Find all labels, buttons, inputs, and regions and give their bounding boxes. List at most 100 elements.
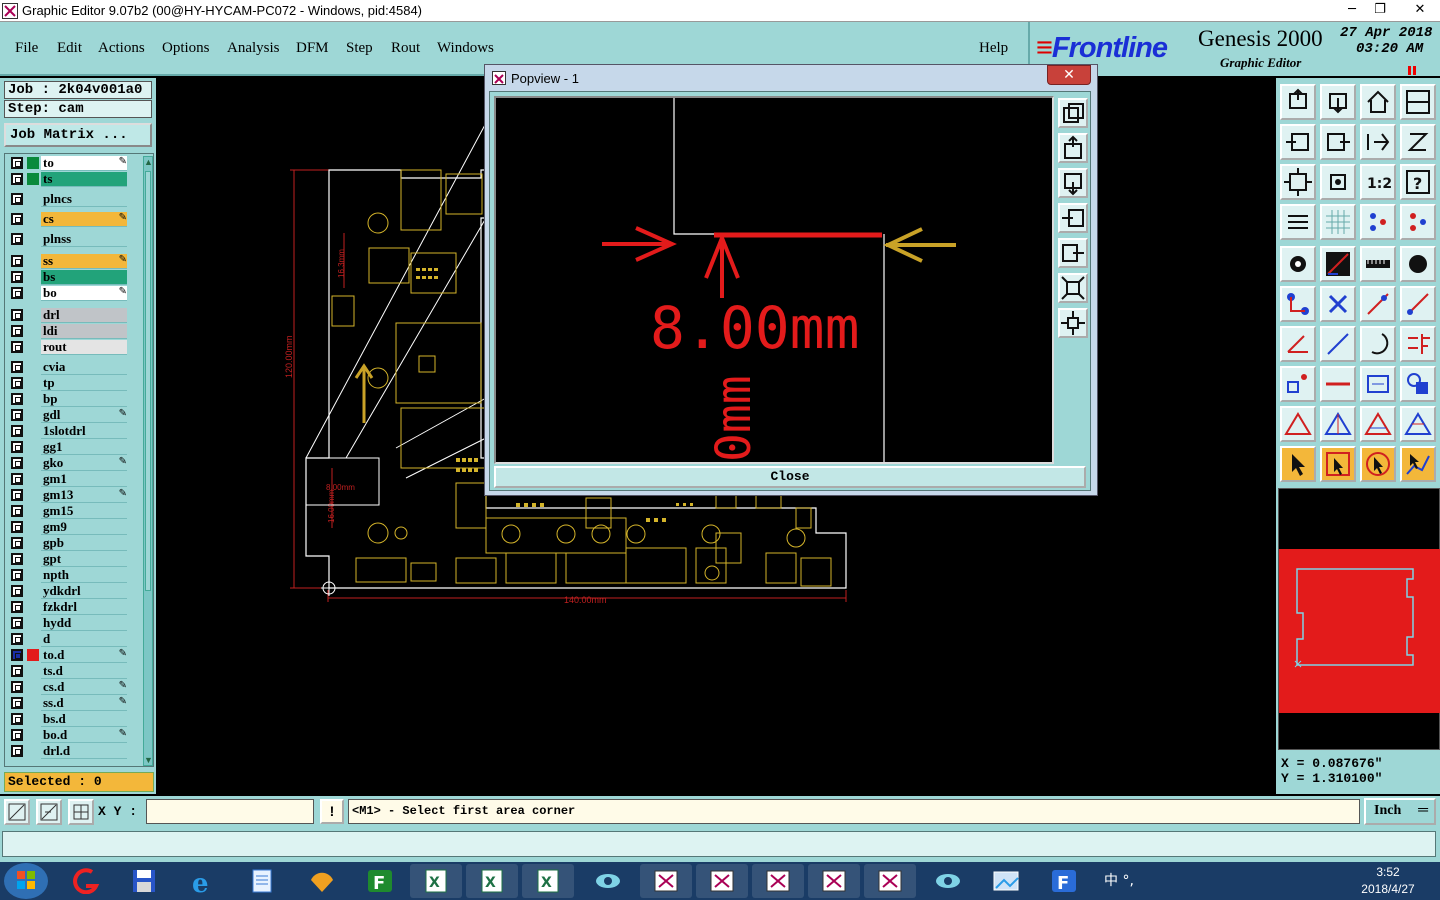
- help-icon[interactable]: ?: [1400, 164, 1436, 200]
- layer-name[interactable]: ts: [41, 172, 127, 187]
- layer-row-rout[interactable]: rout: [7, 340, 129, 355]
- layer-row-drl[interactable]: drl: [7, 308, 129, 323]
- shell-taskbar-icon[interactable]: [296, 864, 348, 898]
- layer-name[interactable]: fzkdrl: [41, 600, 127, 615]
- excel-taskbar-icon-2[interactable]: X: [466, 864, 518, 898]
- layer-row-d[interactable]: d: [7, 632, 129, 647]
- layer-checkbox[interactable]: [11, 287, 23, 299]
- layer-checkbox[interactable]: [11, 193, 23, 205]
- system-tray[interactable]: 中 °,: [1104, 870, 1134, 890]
- layer-color-swatch[interactable]: [27, 173, 39, 185]
- frontline-f-taskbar-icon[interactable]: F: [1038, 864, 1090, 898]
- alert-button[interactable]: !: [320, 799, 344, 824]
- layer-row-gko[interactable]: gko ✎: [7, 456, 129, 471]
- board-preview[interactable]: [1278, 488, 1440, 750]
- layer-row-ts-d[interactable]: ts.d: [7, 664, 129, 679]
- layer-name[interactable]: gko: [41, 456, 127, 471]
- layer-name[interactable]: bo.d: [41, 728, 127, 743]
- layer-row-to[interactable]: to ✎: [7, 156, 129, 171]
- layer-row-plnss[interactable]: plnss: [7, 232, 129, 247]
- layer-row-plncs[interactable]: plncs: [7, 192, 129, 207]
- popview-copy-icon[interactable]: [1058, 98, 1088, 128]
- layer-row-to-d[interactable]: to.d ✎: [7, 648, 129, 663]
- layer-row-cs[interactable]: cs ✎: [7, 212, 129, 227]
- layer-name[interactable]: to.d: [41, 648, 127, 663]
- menu-options[interactable]: Options: [162, 40, 210, 57]
- layer-checkbox[interactable]: [11, 173, 23, 185]
- layer-checkbox[interactable]: [11, 213, 23, 225]
- layer-row-bs[interactable]: bs: [7, 270, 129, 285]
- layer-row-tp[interactable]: tp: [7, 376, 129, 391]
- layer-checkbox[interactable]: [11, 409, 23, 421]
- horizontal-line-icon[interactable]: [1320, 366, 1356, 402]
- layer-checkbox[interactable]: [11, 617, 23, 629]
- eye-taskbar-icon-2[interactable]: [922, 864, 974, 898]
- start-button[interactable]: [4, 863, 48, 899]
- eye-taskbar-icon[interactable]: [582, 864, 634, 898]
- layer-color-swatch[interactable]: [27, 649, 39, 661]
- circle-icon[interactable]: [1400, 246, 1436, 282]
- triangle-1-icon[interactable]: [1280, 406, 1316, 442]
- pad-icon[interactable]: [1280, 246, 1316, 282]
- layer-up-icon[interactable]: [1280, 84, 1316, 120]
- pointer-icon[interactable]: [1280, 446, 1316, 482]
- graphic-editor-taskbar-icon-3[interactable]: [752, 864, 804, 898]
- layer-name[interactable]: d: [41, 632, 127, 647]
- layer-checkbox[interactable]: [11, 521, 23, 533]
- zoom-fit-icon[interactable]: [1280, 164, 1316, 200]
- scroll-thumb[interactable]: [145, 171, 151, 591]
- pan-left-icon[interactable]: [1280, 124, 1316, 160]
- layer-checkbox[interactable]: [11, 649, 23, 661]
- layer-row-hydd[interactable]: hydd: [7, 616, 129, 631]
- layer-name[interactable]: drl: [41, 308, 127, 323]
- menu-windows[interactable]: Windows: [437, 40, 494, 57]
- layer-name[interactable]: gm15: [41, 504, 127, 519]
- frontline-taskbar-icon[interactable]: F: [354, 864, 406, 898]
- layer-row-gdl[interactable]: gdl ✎: [7, 408, 129, 423]
- triangle-2-icon[interactable]: [1320, 406, 1356, 442]
- connect-nodes-icon[interactable]: [1280, 286, 1316, 322]
- layer-checkbox[interactable]: [11, 361, 23, 373]
- layer-checkbox[interactable]: [11, 713, 23, 725]
- layer-row-gpb[interactable]: gpb: [7, 536, 129, 551]
- layer-row-ydkdrl[interactable]: ydkdrl: [7, 584, 129, 599]
- fence-icon[interactable]: [1400, 326, 1436, 362]
- popview-close-button[interactable]: Close: [494, 466, 1086, 488]
- layer-checkbox[interactable]: [11, 393, 23, 405]
- notepad-taskbar-icon[interactable]: [236, 864, 288, 898]
- job-matrix-button[interactable]: Job Matrix ...: [4, 123, 152, 147]
- menu-edit[interactable]: Edit: [57, 40, 82, 57]
- line-red-2-icon[interactable]: [1400, 286, 1436, 322]
- zoom-center-icon[interactable]: [1320, 164, 1356, 200]
- menu-help[interactable]: Help: [979, 40, 1008, 57]
- layer-row-gm9[interactable]: gm9: [7, 520, 129, 535]
- layer-name[interactable]: drl.d: [41, 744, 127, 759]
- layer-checkbox[interactable]: [11, 697, 23, 709]
- arc-icon[interactable]: [1360, 326, 1396, 362]
- layer-name[interactable]: hydd: [41, 616, 127, 631]
- layer-checkbox[interactable]: [11, 441, 23, 453]
- maximize-button[interactable]: ❐: [1364, 0, 1396, 21]
- xy-input[interactable]: [146, 799, 314, 824]
- line-red-icon[interactable]: [1360, 286, 1396, 322]
- unit-selector[interactable]: Inch ═: [1364, 798, 1436, 825]
- layer-checkbox[interactable]: [11, 377, 23, 389]
- graphic-editor-taskbar-icon[interactable]: [640, 864, 692, 898]
- layer-checkbox[interactable]: [11, 233, 23, 245]
- home-icon[interactable]: [1360, 84, 1396, 120]
- popview-close-icon[interactable]: ✕: [1047, 65, 1091, 85]
- layer-name[interactable]: gpb: [41, 536, 127, 551]
- ie-taskbar-icon[interactable]: e: [178, 864, 230, 898]
- snap-point-icon[interactable]: [1280, 366, 1316, 402]
- layer-checkbox[interactable]: [11, 505, 23, 517]
- menu-step[interactable]: Step: [346, 40, 373, 57]
- layer-row-ts[interactable]: ts: [7, 172, 129, 187]
- layer-name[interactable]: ydkdrl: [41, 584, 127, 599]
- layer-name[interactable]: gm1: [41, 472, 127, 487]
- layer-row-ss-d[interactable]: ss.d ✎: [7, 696, 129, 711]
- measure-icon[interactable]: [36, 799, 62, 825]
- layer-name[interactable]: plnss: [41, 232, 127, 247]
- grid-toggle-icon[interactable]: [1320, 204, 1356, 240]
- layer-row-drl-d[interactable]: drl.d: [7, 744, 129, 759]
- cross-icon[interactable]: [1320, 286, 1356, 322]
